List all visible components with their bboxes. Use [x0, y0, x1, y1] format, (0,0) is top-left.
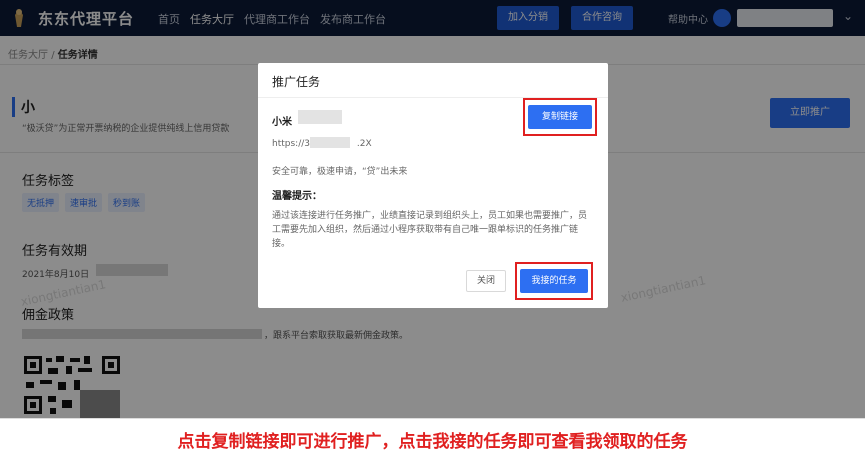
tips-heading: 温馨提示： — [272, 191, 322, 202]
product-name: 小米 — [272, 117, 292, 128]
promotion-url-redacted — [310, 137, 350, 148]
close-button[interactable]: 关闭 — [466, 270, 506, 292]
product-name-redacted — [298, 110, 342, 124]
product-slogan: 安全可靠，极速申请，“贷”出未来 — [272, 167, 408, 177]
promotion-url-suffix: .2X — [356, 139, 372, 149]
tips-text: 通过该连接进行任务推广，业绩直接记录到组织头上，员工如果也需要推广，员工需要先加… — [272, 211, 588, 249]
instruction-caption: 点击复制链接即可进行推广，点击我接的任务即可查看我领取的任务 — [0, 418, 865, 464]
promotion-url-prefix: https://3. — [272, 139, 313, 149]
highlight-box — [515, 262, 593, 300]
promotion-task-dialog: 推广任务 小米 https://3. .2X 安全可靠，极速申请，“贷”出未来 温… — [258, 63, 608, 308]
dialog-title: 推广任务 — [272, 75, 321, 89]
highlight-box — [523, 98, 597, 136]
